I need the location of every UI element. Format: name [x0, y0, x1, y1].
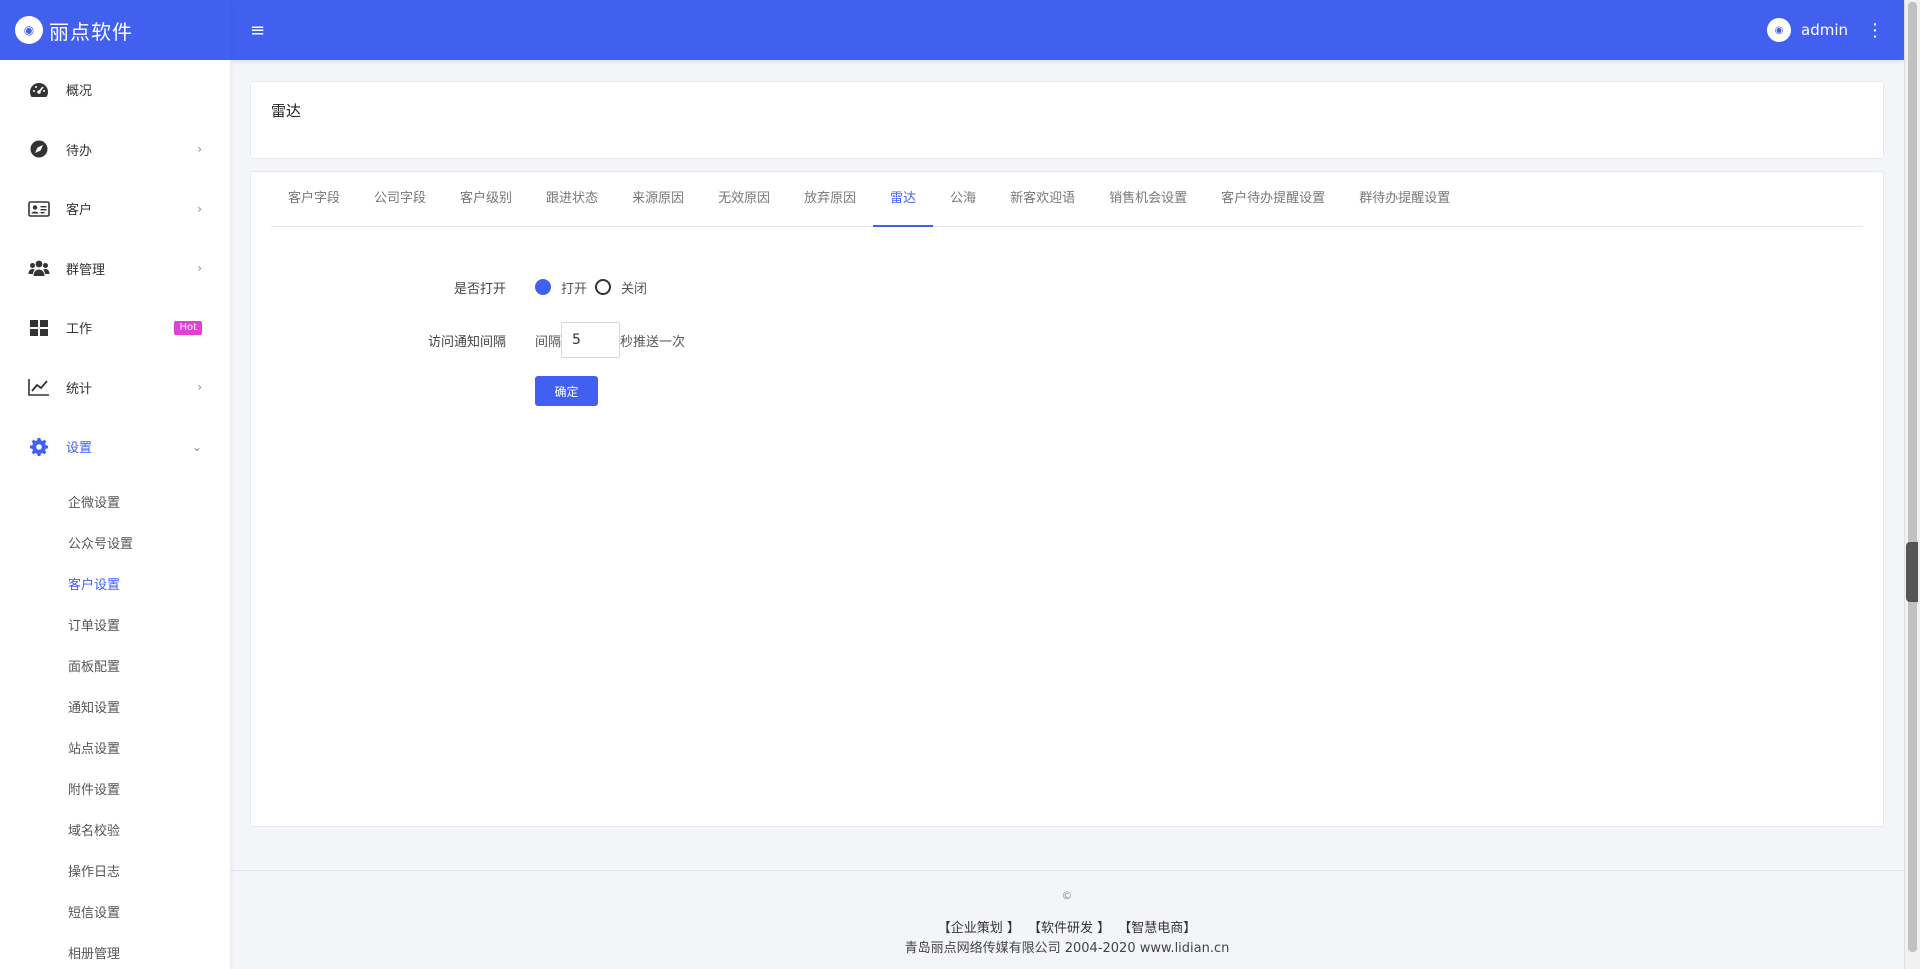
footer-link-ecommerce[interactable]: 【智慧电商】 [1118, 921, 1196, 936]
tab-welcome-message[interactable]: 新客欢迎语 [993, 171, 1092, 226]
footer: © 【企业策划 】 【软件研发 】 【智慧电商】 青岛丽点网络传媒有限公司 20… [230, 870, 1904, 969]
footer-link-software[interactable]: 【软件研发 】 [1028, 921, 1110, 936]
chevron-right-icon: › [197, 380, 202, 395]
brand-name: 丽点软件 [49, 19, 133, 44]
brand-logo-icon: ◉ [15, 16, 43, 44]
top-header: ≡ ◉ admin ⋮ [230, 0, 1904, 60]
radio-checked-icon [535, 279, 551, 295]
tab-follow-status[interactable]: 跟进状态 [529, 171, 615, 226]
form-row-submit: 确定 [251, 376, 598, 406]
tab-abandon-reason[interactable]: 放弃原因 [787, 171, 873, 226]
sidebar-item-settings[interactable]: 设置 ⌄ [0, 417, 230, 477]
grid-icon [28, 317, 50, 339]
menu-toggle-icon[interactable]: ≡ [250, 20, 265, 41]
subnav-item[interactable]: 短信设置 [0, 891, 230, 932]
gear-icon [28, 436, 50, 458]
sidebar-item-label: 待办 [66, 143, 93, 159]
compass-icon [28, 138, 50, 160]
dashboard-icon [28, 79, 50, 101]
sidebar-item-work[interactable]: 工作 Hot [0, 298, 230, 358]
sidebar-item-label: 群管理 [66, 262, 106, 278]
chevron-right-icon: › [197, 261, 202, 276]
page-title: 雷达 [271, 102, 302, 120]
settings-card: 客户字段 公司字段 客户级别 跟进状态 来源原因 无效原因 放弃原因 雷达 公海… [250, 171, 1884, 827]
sidebar-nav: 概况 待办 › 客户 › 群管理 › 工作 Hot 统计 › 设置 ⌄ [0, 60, 230, 477]
brand[interactable]: ◉ 丽点软件 [0, 0, 230, 60]
radio-close-label: 关闭 [621, 281, 648, 297]
sidebar-item-label: 概况 [66, 84, 93, 100]
radio-unchecked-icon [595, 279, 612, 295]
tab-customer-level[interactable]: 客户级别 [443, 171, 529, 226]
interval-input[interactable] [561, 322, 621, 358]
interval-label: 访问通知间隔 [427, 334, 506, 350]
tab-company-fields[interactable]: 公司字段 [357, 171, 443, 226]
form-row-open: 是否打开 打开 关闭 [251, 272, 655, 302]
sidebar-item-group[interactable]: 群管理 › [0, 239, 230, 299]
sidebar-item-overview[interactable]: 概况 [0, 60, 230, 120]
subnav-item[interactable]: 站点设置 [0, 727, 230, 768]
interval-suffix: 秒推送一次 [620, 334, 686, 350]
chart-line-icon [28, 376, 50, 398]
id-card-icon [28, 198, 50, 220]
subnav-item[interactable]: 企微设置 [0, 481, 230, 522]
subnav-item[interactable]: 订单设置 [0, 604, 230, 645]
sidebar-item-label: 客户 [66, 203, 93, 219]
sidebar-item-customer[interactable]: 客户 › [0, 179, 230, 239]
chevron-down-icon: ⌄ [191, 439, 202, 454]
sidebar-item-label: 设置 [66, 441, 93, 457]
footer-company: 青岛丽点网络传媒有限公司 2004-2020 www.lidian.cn [904, 941, 1230, 956]
tab-group-todo-reminder[interactable]: 群待办提醒设置 [1342, 171, 1467, 226]
interval-prefix: 间隔 [535, 334, 562, 350]
sidebar-item-stats[interactable]: 统计 › [0, 358, 230, 418]
settings-subnav: 企微设置 公众号设置 客户设置 订单设置 面板配置 通知设置 站点设置 附件设置… [0, 477, 230, 969]
side-drawer-handle[interactable] [1906, 542, 1918, 602]
sidebar-item-todo[interactable]: 待办 › [0, 120, 230, 180]
subnav-item[interactable]: 附件设置 [0, 768, 230, 809]
chevron-right-icon: › [197, 201, 202, 216]
sidebar-item-label: 工作 [66, 322, 93, 338]
tab-invalid-reason[interactable]: 无效原因 [701, 171, 787, 226]
username: admin [1801, 21, 1848, 39]
sidebar: ◉ 丽点软件 概况 待办 › 客户 › 群管理 › 工作 Hot 统计 › 设置… [0, 0, 230, 969]
tab-source-reason[interactable]: 来源原因 [615, 171, 701, 226]
subnav-item[interactable]: 面板配置 [0, 645, 230, 686]
radio-open-label: 打开 [561, 281, 588, 297]
subnav-item-active[interactable]: 客户设置 [0, 563, 230, 604]
subnav-item[interactable]: 相册管理 [0, 932, 230, 969]
copyright-symbol: © [1061, 889, 1073, 902]
users-icon [28, 257, 50, 279]
confirm-button[interactable]: 确定 [535, 376, 598, 406]
more-vertical-icon[interactable]: ⋮ [1858, 20, 1884, 41]
tab-bar: 客户字段 公司字段 客户级别 跟进状态 来源原因 无效原因 放弃原因 雷达 公海… [271, 172, 1863, 227]
subnav-item[interactable]: 操作日志 [0, 850, 230, 891]
subnav-item[interactable]: 域名校验 [0, 809, 230, 850]
tab-public-pool[interactable]: 公海 [933, 171, 993, 226]
title-card: 雷达 [250, 81, 1884, 159]
chevron-right-icon: › [197, 142, 202, 157]
tab-sales-opportunity[interactable]: 销售机会设置 [1092, 171, 1204, 226]
tab-customer-todo-reminder[interactable]: 客户待办提醒设置 [1204, 171, 1342, 226]
tab-radar[interactable]: 雷达 [873, 171, 934, 227]
radio-open[interactable]: 打开 [535, 278, 591, 297]
form-row-interval: 访问通知间隔 间隔 秒推送一次 [251, 322, 685, 358]
user-area[interactable]: ◉ admin ⋮ [1767, 18, 1884, 42]
open-label: 是否打开 [453, 281, 506, 297]
footer-links: 【企业策划 】 【软件研发 】 【智慧电商】 [230, 917, 1904, 936]
avatar: ◉ [1767, 18, 1791, 42]
subnav-item[interactable]: 公众号设置 [0, 522, 230, 563]
subnav-item[interactable]: 通知设置 [0, 686, 230, 727]
sidebar-item-label: 统计 [66, 381, 93, 397]
tab-customer-fields[interactable]: 客户字段 [271, 171, 357, 226]
hot-badge: Hot [174, 320, 202, 335]
page-scrollbar[interactable] [1904, 0, 1920, 969]
footer-link-planning[interactable]: 【企业策划 】 [938, 921, 1020, 936]
radio-close[interactable]: 关闭 [595, 278, 651, 297]
scrollbar-thumb[interactable] [1908, 2, 1917, 952]
